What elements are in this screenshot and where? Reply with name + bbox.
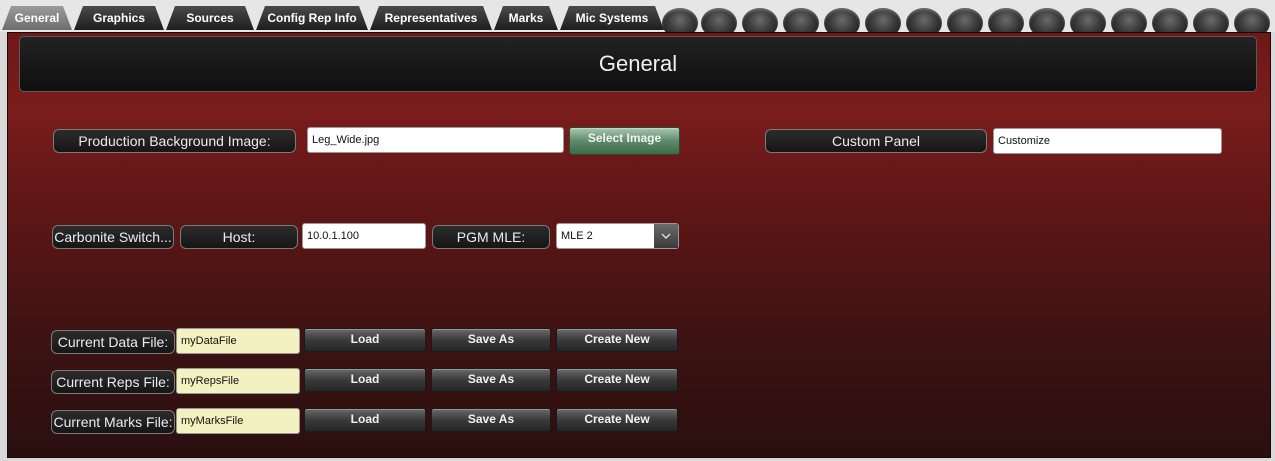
save-as-marks-button[interactable]: Save As <box>431 408 551 432</box>
create-new-marks-button[interactable]: Create New <box>556 408 678 432</box>
knob-icon <box>988 8 1024 32</box>
knob-icon <box>1193 8 1229 32</box>
knob-icon <box>701 8 737 32</box>
knob-icon <box>783 8 819 32</box>
knob-icon <box>947 8 983 32</box>
load-reps-button[interactable]: Load <box>304 368 426 392</box>
marks-file-field[interactable] <box>176 408 300 434</box>
data-file-field[interactable] <box>176 328 300 354</box>
create-new-data-button[interactable]: Create New <box>556 328 678 352</box>
save-as-reps-button[interactable]: Save As <box>431 368 551 392</box>
switcher-type-button[interactable]: Carbonite Switch... <box>52 225 174 249</box>
page-title: General <box>19 36 1257 92</box>
tab-representatives[interactable]: Representatives <box>370 6 492 30</box>
pgm-mle-select[interactable]: MLE 2 <box>556 223 679 249</box>
tab-sources[interactable]: Sources <box>166 6 254 30</box>
tab-mic-systems[interactable]: Mic Systems <box>560 6 664 30</box>
knob-icon <box>906 8 942 32</box>
save-as-data-button[interactable]: Save As <box>431 328 551 352</box>
knob-icon <box>1111 8 1147 32</box>
tab-graphics[interactable]: Graphics <box>74 6 164 30</box>
select-image-button[interactable]: Select Image <box>569 127 680 155</box>
knob-icon <box>1070 8 1106 32</box>
knob-icon <box>824 8 860 32</box>
background-image-label: Production Background Image: <box>53 129 296 153</box>
load-marks-button[interactable]: Load <box>304 408 426 432</box>
load-data-button[interactable]: Load <box>304 328 426 352</box>
knob-icon <box>1029 8 1065 32</box>
data-file-label: Current Data File: <box>51 330 175 354</box>
create-new-reps-button[interactable]: Create New <box>556 368 678 392</box>
tab-config-rep-info[interactable]: Config Rep Info <box>256 6 368 30</box>
marks-file-label: Current Marks File: <box>51 410 175 434</box>
decorative-knob-strip <box>660 0 1275 32</box>
custom-panel-label: Custom Panel <box>765 129 987 153</box>
knob-icon <box>742 8 778 32</box>
tab-general[interactable]: General <box>2 6 72 30</box>
host-field[interactable] <box>302 223 426 249</box>
general-panel: General Production Background Image: Sel… <box>7 32 1271 458</box>
chevron-down-icon[interactable] <box>654 224 678 248</box>
knob-icon <box>865 8 901 32</box>
custom-panel-field[interactable] <box>993 128 1222 154</box>
tab-marks[interactable]: Marks <box>494 6 558 30</box>
reps-file-field[interactable] <box>176 368 300 394</box>
background-image-field[interactable] <box>307 127 564 153</box>
knob-icon <box>662 8 698 32</box>
knob-icon <box>1152 8 1188 32</box>
reps-file-label: Current Reps File: <box>51 370 175 394</box>
pgm-mle-label: PGM MLE: <box>432 225 550 249</box>
tab-bar: General Graphics Sources Config Rep Info… <box>0 0 1275 32</box>
host-label: Host: <box>180 225 298 249</box>
knob-icon <box>1234 8 1270 32</box>
pgm-mle-value: MLE 2 <box>561 230 593 242</box>
